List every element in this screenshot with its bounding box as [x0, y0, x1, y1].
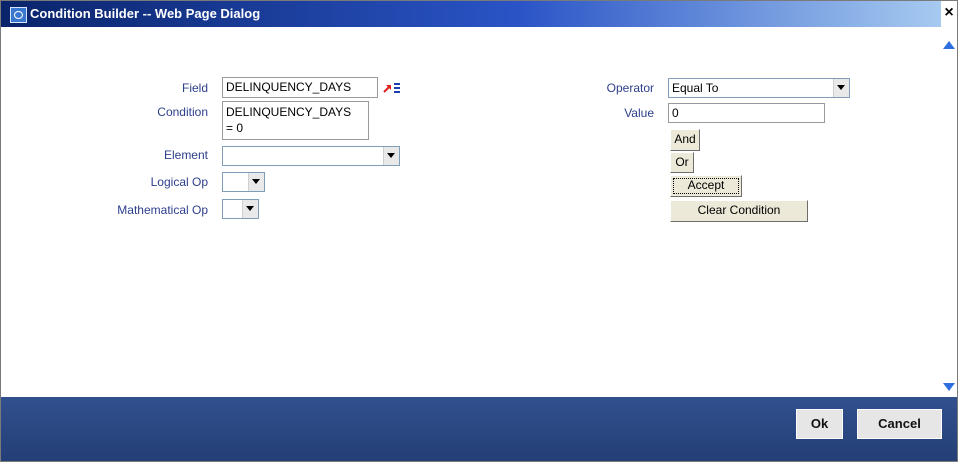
accept-button[interactable]: Accept — [670, 175, 742, 197]
value-label: Value — [624, 106, 654, 120]
operator-selected-value: Equal To — [672, 81, 719, 95]
chevron-down-icon[interactable] — [833, 79, 849, 97]
logical-op-select[interactable] — [222, 172, 265, 192]
or-button[interactable]: Or — [670, 152, 694, 173]
condition-textarea[interactable]: DELINQUENCY_DAYS = 0 — [222, 101, 369, 140]
title-bar: Condition Builder -- Web Page Dialog — [1, 1, 941, 27]
and-button[interactable]: And — [670, 129, 700, 151]
field-label: Field — [181, 81, 208, 95]
condition-form: Field DELINQUENCY_DAYS Condition DELINQU… — [1, 27, 941, 397]
vertical-scrollbar[interactable] — [941, 27, 957, 397]
close-icon[interactable]: × — [941, 1, 957, 27]
element-label: Element — [163, 148, 208, 162]
mathematical-op-label: Mathematical Op — [117, 203, 208, 217]
clear-condition-button[interactable]: Clear Condition — [670, 200, 808, 222]
scroll-down-icon[interactable] — [943, 383, 955, 391]
mathematical-op-select[interactable] — [222, 199, 259, 219]
scroll-up-icon[interactable] — [943, 41, 955, 49]
condition-label: Condition — [157, 105, 208, 119]
cancel-button[interactable]: Cancel — [857, 409, 942, 439]
logical-op-label: Logical Op — [150, 175, 208, 189]
operator-label: Operator — [606, 81, 654, 95]
ie-dialog-icon — [10, 7, 27, 23]
dialog-title: Condition Builder -- Web Page Dialog — [30, 6, 261, 21]
chevron-down-icon[interactable] — [383, 147, 399, 165]
element-select[interactable] — [222, 146, 400, 166]
operator-select[interactable]: Equal To — [668, 78, 850, 98]
dialog-footer: Ok Cancel — [1, 397, 957, 461]
list-of-values-icon[interactable] — [381, 79, 403, 97]
value-input[interactable]: 0 — [668, 103, 825, 123]
chevron-down-icon[interactable] — [242, 200, 258, 218]
chevron-down-icon[interactable] — [248, 173, 264, 191]
ok-button[interactable]: Ok — [796, 409, 843, 439]
field-input[interactable]: DELINQUENCY_DAYS — [222, 77, 378, 98]
dialog-window: Condition Builder -- Web Page Dialog × F… — [0, 0, 958, 462]
